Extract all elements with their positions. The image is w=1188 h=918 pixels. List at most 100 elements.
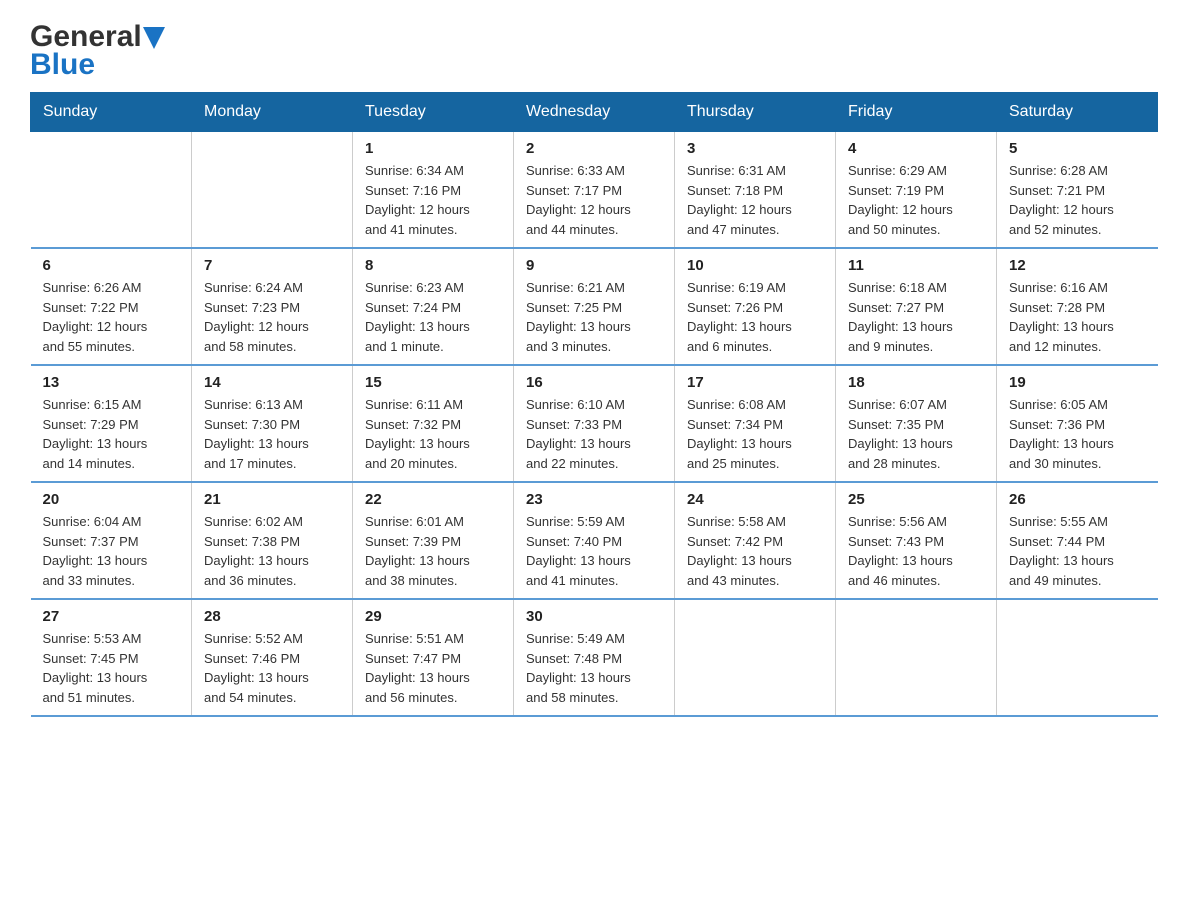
day-number: 11 [848,257,984,274]
day-info: Sunrise: 6:07 AM Sunset: 7:35 PM Dayligh… [848,395,984,473]
day-number: 16 [526,374,662,391]
day-number: 30 [526,608,662,625]
day-info: Sunrise: 6:01 AM Sunset: 7:39 PM Dayligh… [365,512,501,590]
day-info: Sunrise: 5:59 AM Sunset: 7:40 PM Dayligh… [526,512,662,590]
day-number: 19 [1009,374,1146,391]
logo-blue-text: Blue [30,48,95,82]
calendar-cell: 27 Sunrise: 5:53 AM Sunset: 7:45 PM Dayli… [31,599,192,716]
day-number: 7 [204,257,340,274]
weekday-header-saturday: Saturday [997,93,1158,132]
calendar-week-row: 20 Sunrise: 6:04 AM Sunset: 7:37 PM Dayli… [31,482,1158,599]
calendar-cell: 24 Sunrise: 5:58 AM Sunset: 7:42 PM Dayli… [675,482,836,599]
day-info: Sunrise: 6:23 AM Sunset: 7:24 PM Dayligh… [365,278,501,356]
calendar-cell: 15 Sunrise: 6:11 AM Sunset: 7:32 PM Dayli… [353,365,514,482]
weekday-header-monday: Monday [192,93,353,132]
day-info: Sunrise: 6:11 AM Sunset: 7:32 PM Dayligh… [365,395,501,473]
day-number: 29 [365,608,501,625]
calendar-cell: 16 Sunrise: 6:10 AM Sunset: 7:33 PM Dayli… [514,365,675,482]
calendar-week-row: 6 Sunrise: 6:26 AM Sunset: 7:22 PM Daylig… [31,248,1158,365]
day-number: 8 [365,257,501,274]
day-number: 27 [43,608,180,625]
calendar-cell: 23 Sunrise: 5:59 AM Sunset: 7:40 PM Dayli… [514,482,675,599]
calendar-cell: 26 Sunrise: 5:55 AM Sunset: 7:44 PM Dayli… [997,482,1158,599]
day-info: Sunrise: 6:26 AM Sunset: 7:22 PM Dayligh… [43,278,180,356]
calendar-cell: 14 Sunrise: 6:13 AM Sunset: 7:30 PM Dayli… [192,365,353,482]
calendar-cell [997,599,1158,716]
day-info: Sunrise: 5:56 AM Sunset: 7:43 PM Dayligh… [848,512,984,590]
day-info: Sunrise: 6:04 AM Sunset: 7:37 PM Dayligh… [43,512,180,590]
calendar-cell [31,132,192,249]
day-info: Sunrise: 6:28 AM Sunset: 7:21 PM Dayligh… [1009,161,1146,239]
calendar-cell: 7Sunrise: 6:24 AM Sunset: 7:23 PM Daylig… [192,248,353,365]
day-number: 28 [204,608,340,625]
calendar-cell: 2 Sunrise: 6:33 AM Sunset: 7:17 PM Daylig… [514,132,675,249]
logo-arrow-icon [143,27,165,49]
calendar-cell: 22 Sunrise: 6:01 AM Sunset: 7:39 PM Dayli… [353,482,514,599]
calendar-cell: 3 Sunrise: 6:31 AM Sunset: 7:18 PM Daylig… [675,132,836,249]
day-info: Sunrise: 6:16 AM Sunset: 7:28 PM Dayligh… [1009,278,1146,356]
calendar-header-row: SundayMondayTuesdayWednesdayThursdayFrid… [31,93,1158,132]
calendar-cell: 17 Sunrise: 6:08 AM Sunset: 7:34 PM Dayli… [675,365,836,482]
day-number: 26 [1009,491,1146,508]
calendar-cell: 28 Sunrise: 5:52 AM Sunset: 7:46 PM Dayli… [192,599,353,716]
calendar-cell: 30Sunrise: 5:49 AM Sunset: 7:48 PM Dayli… [514,599,675,716]
day-info: Sunrise: 6:13 AM Sunset: 7:30 PM Dayligh… [204,395,340,473]
day-number: 9 [526,257,662,274]
calendar-table: SundayMondayTuesdayWednesdayThursdayFrid… [30,92,1158,717]
logo: General Blue [30,20,165,82]
day-number: 25 [848,491,984,508]
day-number: 5 [1009,140,1146,157]
calendar-cell: 6 Sunrise: 6:26 AM Sunset: 7:22 PM Daylig… [31,248,192,365]
day-info: Sunrise: 6:08 AM Sunset: 7:34 PM Dayligh… [687,395,823,473]
calendar-cell: 4 Sunrise: 6:29 AM Sunset: 7:19 PM Daylig… [836,132,997,249]
day-number: 12 [1009,257,1146,274]
day-info: Sunrise: 6:18 AM Sunset: 7:27 PM Dayligh… [848,278,984,356]
calendar-cell: 8 Sunrise: 6:23 AM Sunset: 7:24 PM Daylig… [353,248,514,365]
day-info: Sunrise: 6:29 AM Sunset: 7:19 PM Dayligh… [848,161,984,239]
weekday-header-tuesday: Tuesday [353,93,514,132]
day-number: 21 [204,491,340,508]
day-number: 20 [43,491,180,508]
calendar-cell: 13 Sunrise: 6:15 AM Sunset: 7:29 PM Dayli… [31,365,192,482]
day-info: Sunrise: 6:31 AM Sunset: 7:18 PM Dayligh… [687,161,823,239]
calendar-cell [192,132,353,249]
calendar-cell: 29 Sunrise: 5:51 AM Sunset: 7:47 PM Dayli… [353,599,514,716]
day-number: 23 [526,491,662,508]
day-info: Sunrise: 6:34 AM Sunset: 7:16 PM Dayligh… [365,161,501,239]
weekday-header-wednesday: Wednesday [514,93,675,132]
day-number: 14 [204,374,340,391]
day-number: 15 [365,374,501,391]
day-info: Sunrise: 5:53 AM Sunset: 7:45 PM Dayligh… [43,629,180,707]
day-number: 17 [687,374,823,391]
day-info: Sunrise: 5:55 AM Sunset: 7:44 PM Dayligh… [1009,512,1146,590]
page-header: General Blue [30,20,1158,82]
day-info: Sunrise: 6:10 AM Sunset: 7:33 PM Dayligh… [526,395,662,473]
day-info: Sunrise: 6:15 AM Sunset: 7:29 PM Dayligh… [43,395,180,473]
calendar-week-row: 13 Sunrise: 6:15 AM Sunset: 7:29 PM Dayli… [31,365,1158,482]
day-number: 22 [365,491,501,508]
calendar-cell [836,599,997,716]
day-info: Sunrise: 5:51 AM Sunset: 7:47 PM Dayligh… [365,629,501,707]
day-number: 6 [43,257,180,274]
day-info: Sunrise: 5:58 AM Sunset: 7:42 PM Dayligh… [687,512,823,590]
calendar-cell: 1Sunrise: 6:34 AM Sunset: 7:16 PM Daylig… [353,132,514,249]
day-number: 10 [687,257,823,274]
day-info: Sunrise: 6:21 AM Sunset: 7:25 PM Dayligh… [526,278,662,356]
calendar-cell: 25 Sunrise: 5:56 AM Sunset: 7:43 PM Dayli… [836,482,997,599]
day-number: 13 [43,374,180,391]
day-number: 3 [687,140,823,157]
calendar-week-row: 1Sunrise: 6:34 AM Sunset: 7:16 PM Daylig… [31,132,1158,249]
day-number: 2 [526,140,662,157]
calendar-cell: 10Sunrise: 6:19 AM Sunset: 7:26 PM Dayli… [675,248,836,365]
weekday-header-sunday: Sunday [31,93,192,132]
day-number: 4 [848,140,984,157]
day-info: Sunrise: 5:52 AM Sunset: 7:46 PM Dayligh… [204,629,340,707]
day-number: 24 [687,491,823,508]
day-info: Sunrise: 6:33 AM Sunset: 7:17 PM Dayligh… [526,161,662,239]
calendar-cell: 5 Sunrise: 6:28 AM Sunset: 7:21 PM Daylig… [997,132,1158,249]
calendar-cell: 12 Sunrise: 6:16 AM Sunset: 7:28 PM Dayli… [997,248,1158,365]
weekday-header-thursday: Thursday [675,93,836,132]
calendar-cell [675,599,836,716]
calendar-cell: 18Sunrise: 6:07 AM Sunset: 7:35 PM Dayli… [836,365,997,482]
calendar-cell: 19Sunrise: 6:05 AM Sunset: 7:36 PM Dayli… [997,365,1158,482]
